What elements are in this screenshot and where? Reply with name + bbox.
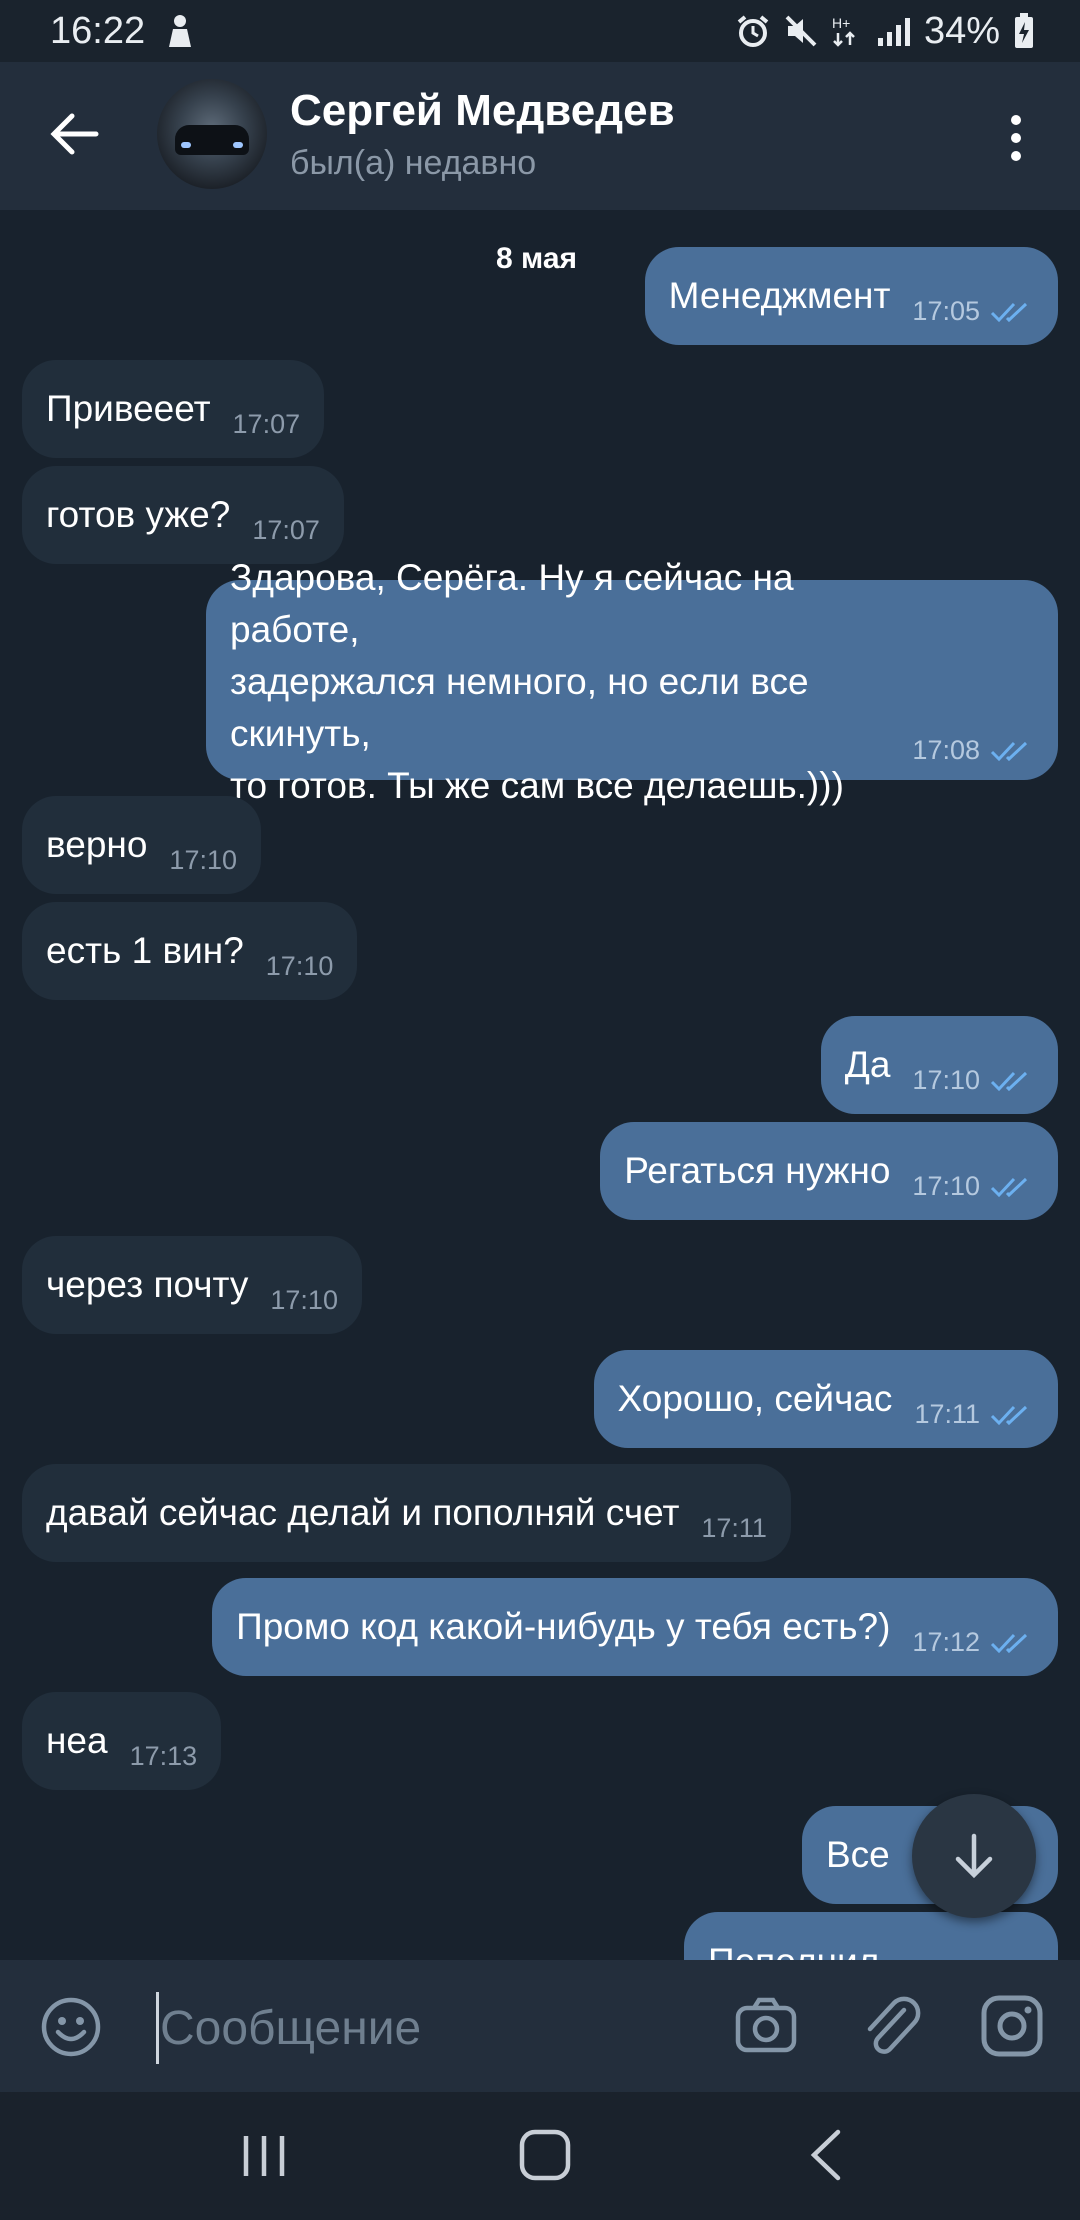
- arrow-down-icon: [955, 1833, 993, 1879]
- car-shape: [175, 125, 249, 155]
- message-outgoing[interactable]: Пополнил: [684, 1912, 1058, 1960]
- double-check-icon: [990, 302, 1028, 322]
- message-incoming[interactable]: готов уже? 17:07: [22, 466, 344, 564]
- chevron-left-icon: [810, 2129, 841, 2181]
- recents-icon: [243, 2136, 285, 2176]
- message-time: 17:08: [912, 735, 980, 765]
- message-text: Регаться нужно: [624, 1150, 891, 1191]
- paperclip-icon: [867, 1996, 921, 2054]
- message-text: есть 1 вин?: [46, 930, 244, 971]
- status-bar: 16:22 H+ 34%: [0, 0, 1080, 62]
- message-text: Хорошо, сейчас: [617, 1378, 893, 1419]
- system-nav-bar: [0, 2092, 1080, 2220]
- camera-icon: [735, 1997, 797, 2053]
- message-text: готов уже?: [46, 494, 231, 535]
- message-text: Здарова, Серёга. Ну я сейчас на работе, …: [230, 557, 844, 806]
- message-input-bar: [0, 1960, 1080, 2092]
- scroll-down-button[interactable]: [912, 1794, 1036, 1918]
- back-button[interactable]: [44, 102, 108, 166]
- message-time: 17:13: [129, 1741, 198, 1771]
- message-text: давай сейчас делай и пополняй счет: [46, 1492, 680, 1533]
- status-time: 16:22: [50, 9, 146, 52]
- message-outgoing[interactable]: Регаться нужно 17:10: [600, 1122, 1058, 1220]
- message-text: Все: [826, 1834, 890, 1875]
- home-button[interactable]: [518, 2128, 572, 2182]
- message-incoming[interactable]: Привееет 17:07: [22, 360, 325, 458]
- more-menu-button[interactable]: [992, 106, 1040, 170]
- message-incoming[interactable]: давай сейчас делай и пополняй счет 17:11: [22, 1464, 791, 1562]
- message-outgoing[interactable]: Здарова, Серёга. Ну я сейчас на работе, …: [206, 557, 1058, 806]
- emoji-button[interactable]: [40, 1996, 102, 2058]
- chat-area[interactable]: 8 мая Менеджмент 17:05 Привееет 17:07 го…: [0, 210, 1080, 1960]
- instagram-button[interactable]: [980, 1994, 1044, 2058]
- battery-charging-icon: [1014, 13, 1034, 49]
- message-text: Промо код какой-нибудь у тебя есть?): [236, 1606, 891, 1647]
- message-time: 17:07: [232, 409, 301, 439]
- emoji-icon: [41, 1997, 101, 2057]
- battery-percent: 34%: [923, 9, 1000, 52]
- date-divider: 8 мая: [496, 242, 578, 275]
- avatar[interactable]: [157, 79, 267, 189]
- double-check-icon: [990, 1405, 1028, 1425]
- message-time: 17:10: [169, 845, 237, 875]
- message-text: неа: [46, 1720, 108, 1761]
- message-outgoing[interactable]: Хорошо, сейчас 17:11: [593, 1350, 1058, 1448]
- message-time: 17:10: [265, 951, 334, 981]
- instagram-icon: [981, 1995, 1043, 2057]
- message-incoming[interactable]: верно 17:10: [22, 796, 261, 894]
- network-type-icon: H+: [832, 14, 862, 48]
- person-icon: [165, 13, 195, 49]
- mute-icon: [784, 14, 818, 48]
- message-text: верно: [46, 824, 148, 865]
- message-input[interactable]: [158, 1990, 682, 2066]
- message-time: 17:11: [701, 1513, 767, 1543]
- home-icon: [519, 2129, 571, 2181]
- message-text: Да: [844, 1044, 891, 1085]
- double-check-icon: [990, 741, 1028, 761]
- double-check-icon: [990, 1177, 1028, 1197]
- message-outgoing[interactable]: Менеджмент 17:05: [644, 247, 1058, 345]
- double-check-icon: [990, 1071, 1028, 1091]
- chat-header: Сергей Медведев был(а) недавно: [0, 62, 1080, 210]
- message-incoming[interactable]: неа 17:13: [22, 1692, 222, 1790]
- message-incoming[interactable]: есть 1 вин? 17:10: [22, 902, 358, 1000]
- message-outgoing[interactable]: Промо код какой-нибудь у тебя есть?) 17:…: [212, 1578, 1058, 1676]
- recents-button[interactable]: [240, 2132, 288, 2180]
- message-text: через почту: [46, 1264, 249, 1305]
- alarm-icon: [736, 14, 770, 48]
- message-outgoing[interactable]: Да 17:10: [820, 1016, 1058, 1114]
- system-back-button[interactable]: [806, 2128, 846, 2182]
- message-time: 17:05: [912, 296, 980, 326]
- last-seen-status: был(а) недавно: [290, 144, 537, 182]
- camera-button[interactable]: [734, 1994, 798, 2058]
- message-time: 17:11: [914, 1399, 980, 1429]
- arrow-left-icon: [50, 113, 99, 155]
- message-time: 17:10: [912, 1065, 980, 1095]
- message-incoming[interactable]: через почту 17:10: [22, 1236, 362, 1334]
- message-text: Привееет: [46, 388, 211, 429]
- attach-button[interactable]: [860, 1992, 924, 2060]
- message-text: Менеджмент: [668, 275, 891, 316]
- svg-text:H+: H+: [832, 15, 850, 31]
- more-vert-icon: [1011, 115, 1021, 161]
- signal-icon: [876, 14, 910, 48]
- message-time: 17:12: [912, 1627, 980, 1657]
- double-check-icon: [990, 1633, 1028, 1653]
- contact-name[interactable]: Сергей Медведев: [290, 86, 675, 136]
- message-time: 17:10: [270, 1285, 338, 1315]
- message-time: 17:07: [252, 515, 320, 545]
- message-time: 17:10: [912, 1171, 980, 1201]
- message-text: Пополнил: [708, 1936, 879, 1960]
